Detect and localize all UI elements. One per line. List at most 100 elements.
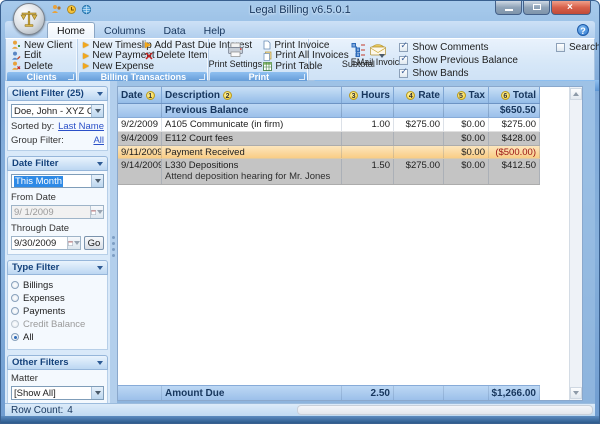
from-date-field[interactable]: 9/ 1/2009 (11, 205, 104, 219)
column-header-rate[interactable]: 4Rate (394, 87, 444, 103)
close-button[interactable]: × (551, 1, 591, 15)
delete-item-icon (145, 52, 153, 60)
radio-icon (11, 281, 19, 289)
new-payment-button[interactable]: New Payment (81, 51, 143, 62)
print-settings-button[interactable]: Print Settings (209, 40, 261, 72)
show-previous-balance-checkbox[interactable]: Show Previous Balance (399, 54, 518, 67)
column-order-badge: 3 (349, 91, 358, 100)
combo-dropdown-button[interactable] (91, 105, 103, 117)
calendar-icon[interactable] (90, 206, 103, 218)
group-filter-link[interactable]: All (93, 135, 104, 146)
date-preset-select[interactable]: This Month (11, 174, 104, 188)
type-filter-all-radio[interactable]: All (11, 332, 104, 342)
tab-help[interactable]: Help (195, 23, 235, 38)
tab-home[interactable]: Home (47, 22, 95, 38)
new-client-button[interactable]: New Client (9, 40, 74, 51)
minimize-button[interactable] (495, 1, 522, 15)
chevron-down-icon (95, 179, 101, 183)
show-comments-checkbox[interactable]: Show Comments (399, 41, 518, 54)
client-filter-header[interactable]: Client Filter (25) (7, 86, 108, 101)
globe-icon[interactable] (81, 4, 92, 15)
checkbox-icon (556, 43, 565, 52)
add-past-due-interest-icon (145, 42, 151, 48)
column-header-total[interactable]: 6Total (489, 87, 540, 103)
column-header-date[interactable]: Date1 (118, 87, 162, 103)
content-area: Client Filter (25) Doe, John - XYZ Corpo… (5, 81, 595, 403)
vertical-scrollbar[interactable] (569, 87, 582, 400)
grid-empty-area (118, 185, 582, 385)
filter-sidebar: Client Filter (25) Doe, John - XYZ Corpo… (5, 81, 110, 403)
calendar-icon[interactable] (67, 237, 80, 249)
matter-select[interactable]: [Show All] (11, 386, 104, 400)
tab-data[interactable]: Data (154, 23, 194, 38)
radio-icon (11, 294, 19, 302)
app-menu-orb[interactable] (13, 3, 45, 35)
table-row-payment-highlighted[interactable]: 9/11/2009 Payment Received $0.00 ($500.0… (118, 146, 540, 159)
sorted-by-link[interactable]: Last Name (58, 121, 104, 132)
previous-balance-band-row[interactable]: Previous Balance $650.50 (118, 104, 540, 118)
column-order-badge: 6 (501, 91, 510, 100)
type-filter-billings-radio[interactable]: Billings (11, 280, 104, 290)
column-header-hours[interactable]: 3Hours (342, 87, 394, 103)
type-filter-payments-radio[interactable]: Payments (11, 306, 104, 316)
row-count: Row Count: 4 (5, 404, 295, 416)
scroll-down-button[interactable] (570, 387, 582, 399)
help-button[interactable]: ? (577, 24, 589, 36)
other-filters-header[interactable]: Other Filters (7, 355, 108, 370)
window-controls: × (495, 1, 591, 15)
search-footer-checkbox[interactable]: Search Footer (556, 41, 600, 54)
table-row[interactable]: 9/4/2009 E112 Court fees $0.00 $428.00 (118, 132, 540, 146)
dialog-launcher-icon[interactable] (199, 74, 205, 80)
new-expense-icon (83, 63, 89, 69)
tab-columns[interactable]: Columns (95, 23, 154, 38)
column-header-description[interactable]: Description2 (162, 87, 342, 103)
scroll-up-button[interactable] (570, 88, 582, 100)
show-bands-checkbox[interactable]: Show Bands (399, 67, 518, 80)
date-filter-header[interactable]: Date Filter (7, 156, 108, 171)
subtotal-button[interactable]: Subtotal (337, 40, 379, 80)
edit-client-icon (11, 51, 21, 61)
radio-icon (11, 307, 19, 315)
title-bar[interactable]: Legal Billing v6.5.0.1 × (1, 1, 599, 21)
radio-icon (11, 320, 19, 328)
client-select[interactable]: Doe, John - XYZ Corporation (11, 104, 104, 118)
through-date-field[interactable]: 9/30/2009 (11, 236, 81, 250)
sidebar-splitter[interactable] (110, 81, 117, 403)
maximize-button[interactable] (523, 1, 550, 15)
type-filter-header[interactable]: Type Filter (7, 260, 108, 275)
column-header-tax[interactable]: 5Tax (444, 87, 489, 103)
table-row[interactable]: 9/2/2009 A105 Communicate (in firm) 1.00… (118, 118, 540, 132)
ribbon-group-view-options: Subtotal Show Comments Show Previous Bal… (313, 39, 600, 80)
ribbon-tab-row: Home Columns Data Help ? (5, 21, 595, 38)
ribbon-group-billing-transactions: New Timeslip New Payment New Expense Add (78, 39, 209, 80)
billing-grid: Date1 Description2 3Hours 4Rate 5Tax 6To… (117, 86, 583, 401)
combo-dropdown-button[interactable] (91, 175, 103, 187)
new-expense-button[interactable]: New Expense (81, 61, 143, 72)
dialog-launcher-icon[interactable] (299, 74, 305, 80)
subtotal-dropdown-icon[interactable] (379, 54, 385, 58)
status-bar: Row Count: 4 (5, 403, 595, 416)
quick-access-toolbar (51, 4, 92, 15)
chevron-down-icon (95, 109, 101, 113)
clients-icon[interactable] (51, 4, 62, 15)
chevron-down-icon (97, 361, 103, 365)
other-filters-panel: Other Filters Matter [Show All] Invoice … (7, 355, 108, 403)
table-row[interactable]: 9/14/2009 L330 Depositions Attend deposi… (118, 159, 540, 185)
new-timeslip-button[interactable]: New Timeslip (81, 40, 143, 51)
chevron-down-icon (95, 391, 101, 395)
radio-icon (11, 333, 19, 341)
chevron-down-icon (97, 266, 103, 270)
grid-header-row: Date1 Description2 3Hours 4Rate 5Tax 6To… (118, 87, 540, 104)
type-filter-expenses-radio[interactable]: Expenses (11, 293, 104, 303)
edit-client-button[interactable]: Edit (9, 51, 74, 62)
checkbox-icon (399, 43, 408, 52)
delete-client-button[interactable]: Delete (9, 61, 74, 72)
ribbon-group-clients: New Client Edit Delete Clients (6, 39, 78, 80)
timeslip-icon[interactable] (66, 4, 77, 15)
go-button[interactable]: Go (84, 236, 104, 250)
dialog-launcher-icon[interactable] (68, 74, 74, 80)
type-filter-credit-balance-radio[interactable]: Credit Balance (11, 319, 104, 329)
combo-dropdown-button[interactable] (91, 387, 103, 399)
arrow-up-icon (573, 92, 579, 96)
horizontal-scrollbar[interactable] (297, 405, 593, 415)
